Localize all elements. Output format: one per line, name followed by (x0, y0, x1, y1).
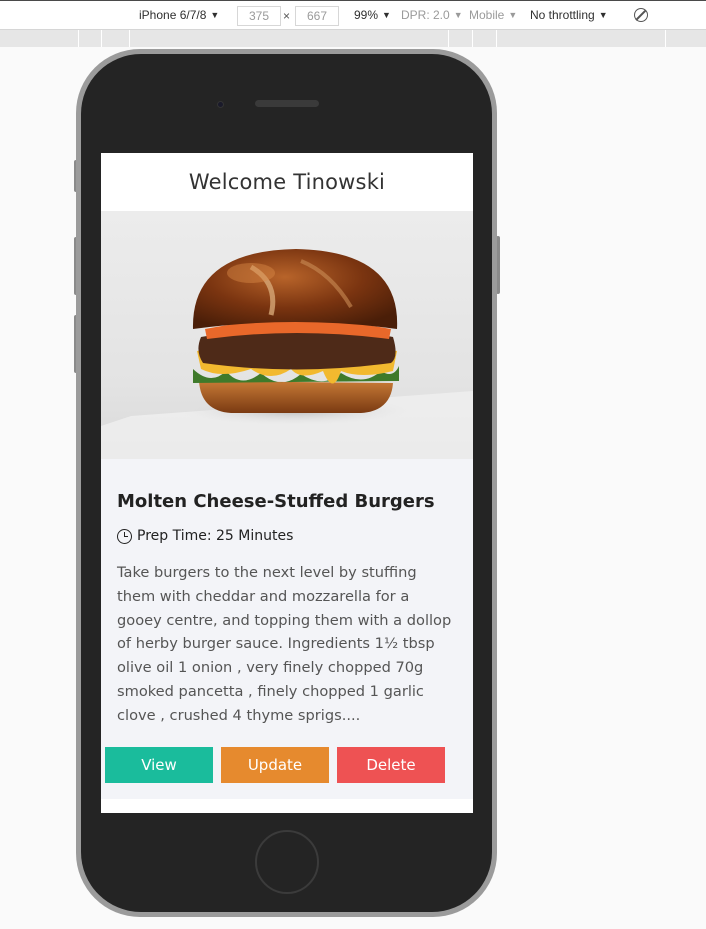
chevron-down-icon: ▼ (598, 10, 608, 20)
recipe-card: Molten Cheese-Stuffed Burgers Prep Time:… (101, 459, 473, 799)
recipe-description: Take burgers to the next level by stuffi… (117, 564, 452, 724)
clock-icon (117, 528, 132, 544)
zoom-select[interactable]: 99% ▼ (354, 8, 391, 22)
device-select[interactable]: iPhone 6/7/8 ▼ (139, 8, 219, 22)
update-button[interactable]: Update (221, 747, 329, 783)
burger-icon (101, 249, 473, 459)
mode-select[interactable]: Mobile ▼ (469, 8, 517, 22)
rotate-icon[interactable] (634, 8, 648, 22)
camera-icon (217, 101, 224, 108)
dpr-select[interactable]: DPR: 2.0 ▼ (401, 8, 463, 22)
speaker-grille (255, 100, 319, 107)
throttling-select[interactable]: No throttling ▼ (530, 8, 608, 22)
width-input[interactable]: 375 (237, 6, 281, 26)
prep-time-label: Prep Time: 25 Minutes (137, 528, 294, 544)
bottom-strip (101, 799, 473, 813)
media-query-ruler[interactable] (0, 30, 706, 47)
devtools-toolbar: iPhone 6/7/8 ▼ 375 × 667 99% ▼ DPR: 2.0 … (0, 0, 706, 30)
prep-time: Prep Time: 25 Minutes (117, 528, 457, 544)
view-button[interactable]: View (105, 747, 213, 783)
recipe-image (101, 211, 473, 459)
recipe-title: Molten Cheese-Stuffed Burgers (117, 491, 435, 512)
dpr-label: DPR: 2.0 (401, 8, 450, 22)
action-buttons: View Update Delete (105, 747, 445, 783)
home-button (255, 830, 319, 894)
delete-button[interactable]: Delete (337, 747, 445, 783)
app-screen: Welcome Tinowski Molten Cheese-Stuffed B… (101, 153, 473, 813)
height-input[interactable]: 667 (295, 6, 339, 26)
chevron-down-icon: ▼ (453, 10, 463, 20)
zoom-label: 99% (354, 8, 379, 22)
throttling-label: No throttling (530, 8, 595, 22)
times-sign: × (283, 9, 291, 23)
mode-label: Mobile (469, 8, 505, 22)
chevron-down-icon: ▼ (210, 10, 220, 20)
welcome-heading: Welcome Tinowski (188, 170, 386, 194)
chevron-down-icon: ▼ (382, 10, 391, 20)
device-label: iPhone 6/7/8 (139, 8, 207, 22)
chevron-down-icon: ▼ (508, 10, 518, 20)
